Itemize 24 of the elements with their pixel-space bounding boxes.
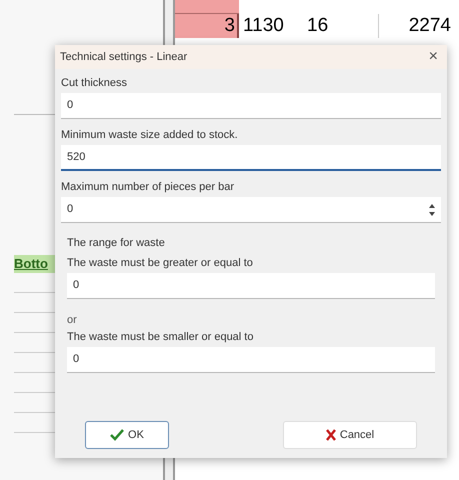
group-title: The range for waste <box>67 236 166 251</box>
input-field[interactable]: 0 <box>67 273 435 299</box>
close-button[interactable]: × <box>424 49 442 65</box>
field-label: The waste must be smaller or equal to <box>67 330 254 345</box>
input-field[interactable]: 0 <box>67 347 435 373</box>
field-label: Maximum number of pieces per bar <box>61 180 236 195</box>
input-field[interactable]: 520 <box>61 145 441 171</box>
field-label: Minimum waste size added to stock. <box>61 128 239 143</box>
cross-icon <box>326 429 336 441</box>
table-cell: 16 <box>303 14 379 38</box>
table-cell-text: 2274 <box>408 14 451 38</box>
spin-arrows-icon[interactable] <box>429 202 435 216</box>
ok-button[interactable]: OK <box>85 421 169 449</box>
input-field[interactable]: 0 <box>61 93 441 119</box>
field-label: The waste must be greater or equal to <box>67 256 254 271</box>
cancel-button[interactable]: Cancel <box>283 421 417 449</box>
window-title: Technical settings - Linear <box>60 50 188 65</box>
table-cell: 3 <box>175 14 239 38</box>
spin-field[interactable]: 0 <box>61 197 441 223</box>
field-label: Cut thickness <box>61 76 128 91</box>
or-label: or <box>67 313 78 327</box>
checkmark-icon <box>110 429 124 441</box>
table-cell <box>175 0 239 14</box>
table-cell-text: 1130 <box>242 14 285 38</box>
